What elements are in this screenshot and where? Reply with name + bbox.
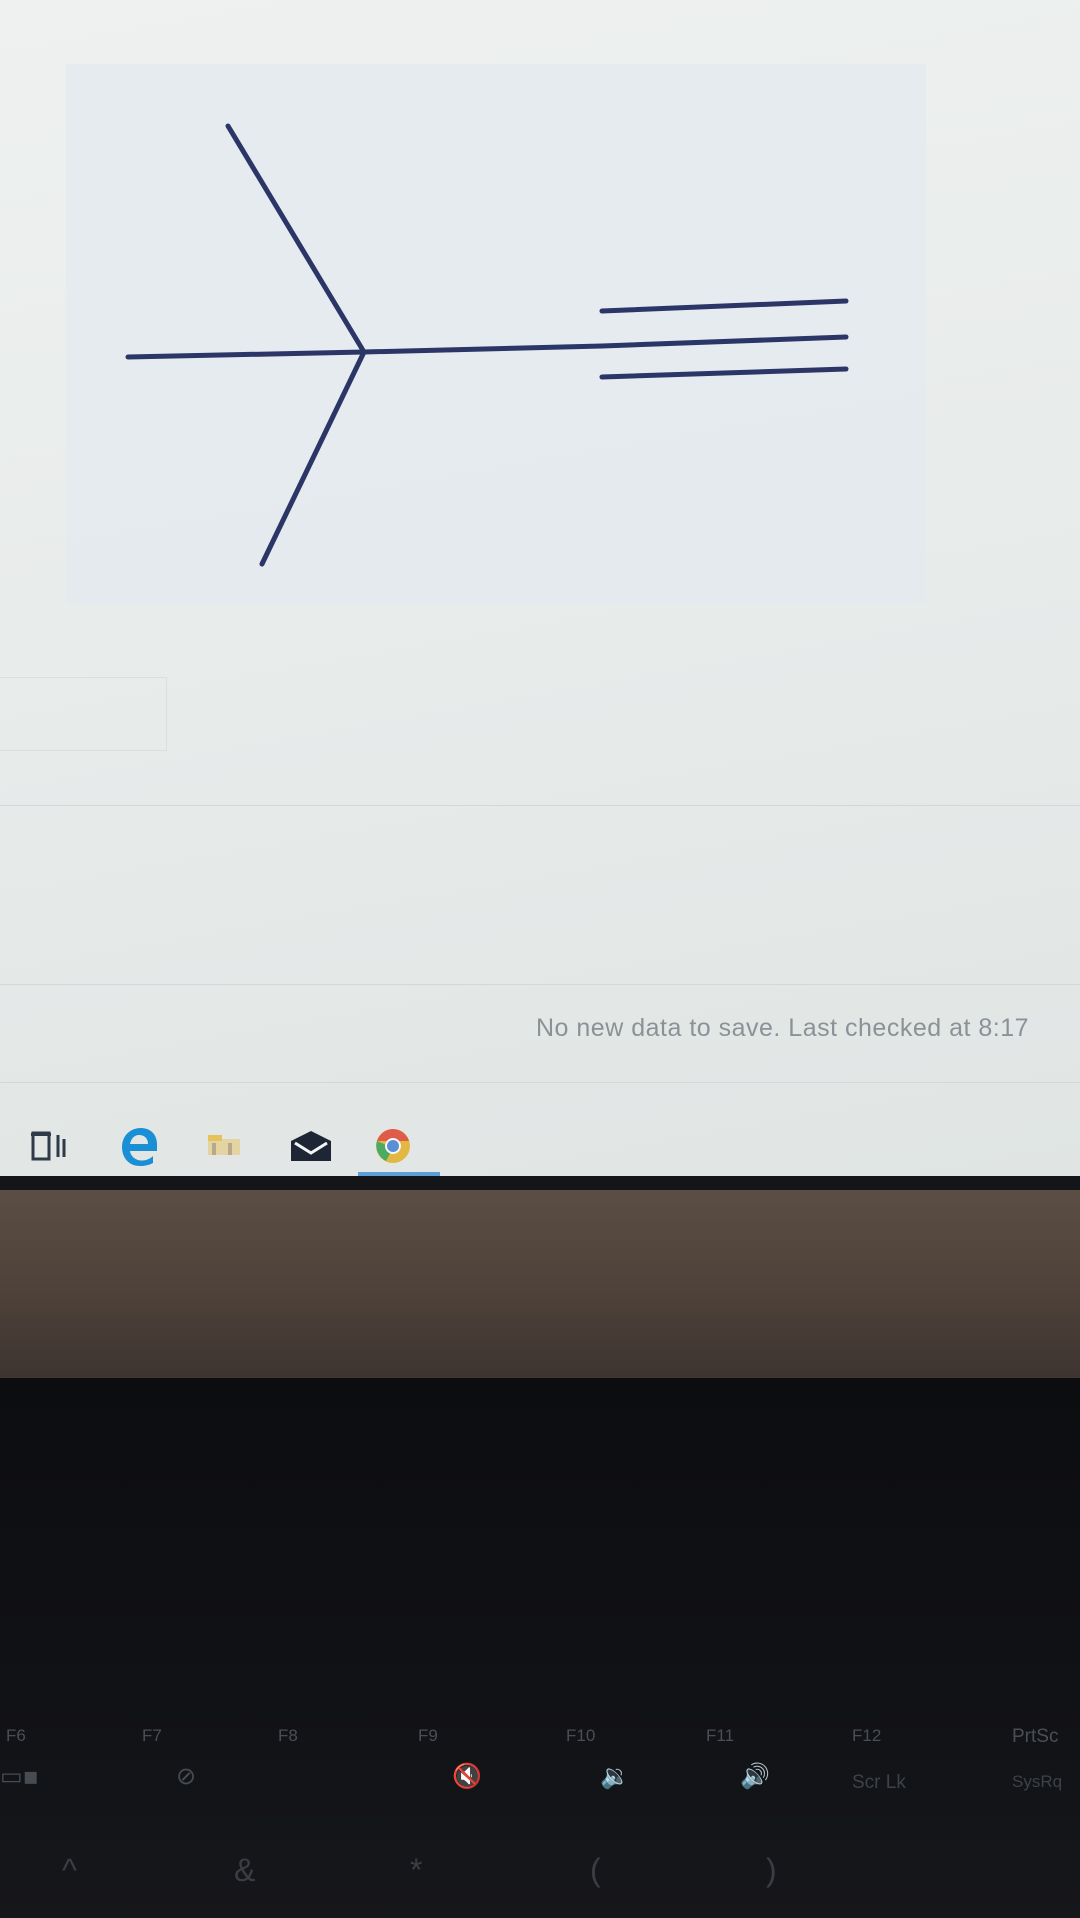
key-caret[interactable]: ^ — [62, 1852, 77, 1889]
laptop-screen: No new data to save. Last checked at 8:1… — [0, 0, 1080, 1178]
divider-line — [0, 984, 1080, 985]
divider-line — [0, 1082, 1080, 1083]
answer-input-box[interactable] — [0, 677, 167, 751]
chrome-icon[interactable] — [374, 1126, 412, 1166]
bond-upper-methyl — [225, 123, 367, 355]
bond-left-methyl — [125, 349, 367, 360]
taskbar — [0, 1120, 1080, 1176]
triple-bond-center — [599, 334, 849, 349]
key-left-paren[interactable]: ( — [590, 1852, 601, 1889]
key-sub-label: SysRq — [1012, 1772, 1063, 1791]
task-view-icon[interactable] — [30, 1126, 70, 1166]
key-label: F12 — [852, 1726, 882, 1745]
molecule-structure — [125, 123, 849, 567]
triple-bond-top — [599, 298, 849, 314]
key-label: F9 — [418, 1726, 438, 1745]
key-ampersand[interactable]: & — [234, 1852, 255, 1889]
mute-icon: 🔇 — [452, 1762, 482, 1790]
key-label: PrtSc — [1012, 1726, 1059, 1747]
desk-surface — [0, 1190, 1080, 1380]
key-f6[interactable]: F6 ▭▪ — [0, 1720, 130, 1810]
display-switch-icon: ▭▪ — [0, 1762, 39, 1790]
key-f9[interactable]: F9 🔇 — [412, 1720, 542, 1810]
key-label: F7 — [142, 1726, 162, 1745]
keyboard — [0, 1378, 1080, 1918]
bond-lower-methyl — [259, 349, 367, 567]
key-f8[interactable]: F8 — [272, 1720, 402, 1810]
file-explorer-icon[interactable] — [204, 1126, 244, 1166]
key-label: F10 — [566, 1726, 596, 1745]
key-f10[interactable]: F10 🔉 — [560, 1720, 690, 1810]
volume-down-icon: 🔉 — [600, 1762, 630, 1790]
mail-icon[interactable] — [288, 1126, 334, 1166]
key-label: F8 — [278, 1726, 298, 1745]
key-f11[interactable]: F11 🔊 — [700, 1720, 830, 1810]
touchpad-toggle-icon: ⊘ — [176, 1762, 197, 1790]
save-status-text: No new data to save. Last checked at 8:1… — [536, 1014, 1030, 1042]
key-sub-label: Scr Lk — [852, 1772, 906, 1793]
photo: No new data to save. Last checked at 8:1… — [0, 0, 1080, 1918]
key-right-paren[interactable]: ) — [766, 1852, 777, 1889]
volume-up-icon: 🔊 — [740, 1762, 770, 1790]
key-label: F6 — [6, 1726, 26, 1745]
key-asterisk[interactable]: * — [410, 1852, 422, 1889]
triple-bond-bottom — [599, 366, 849, 380]
key-f12[interactable]: F12 Scr Lk — [846, 1720, 976, 1810]
divider-line — [0, 805, 1080, 806]
key-label: F11 — [706, 1726, 735, 1745]
key-prtsc[interactable]: PrtSc SysRq — [1006, 1720, 1080, 1810]
bond-to-alkyne — [361, 343, 605, 355]
key-f7[interactable]: F7 ⊘ — [136, 1720, 266, 1810]
edge-browser-icon[interactable] — [118, 1126, 160, 1166]
